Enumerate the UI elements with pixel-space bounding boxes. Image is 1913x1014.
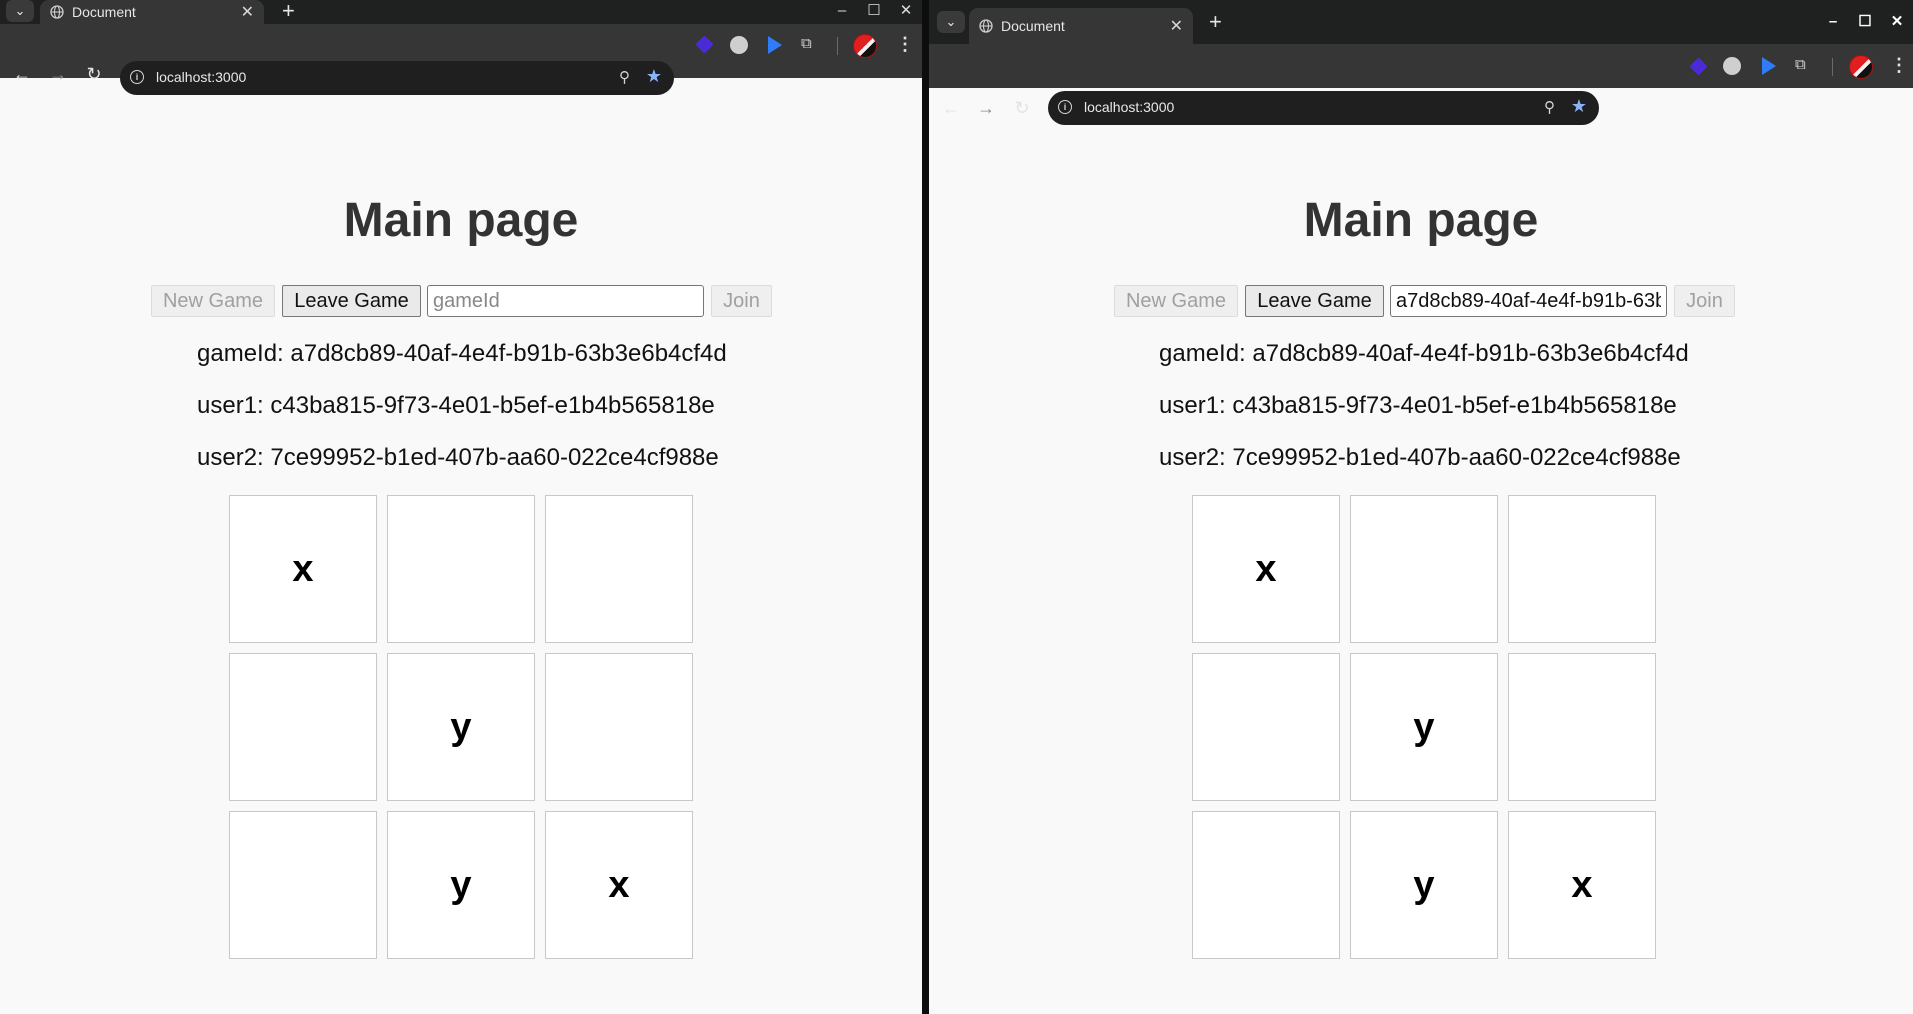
user1-line: user1: c43ba815-9f73-4e01-b5ef-e1b4b5658… <box>197 392 715 420</box>
game-id-value: a7d8cb89-40af-4e4f-b91b-63b3e6b4cf4d <box>290 340 727 367</box>
close-tab-icon[interactable]: ✕ <box>1170 16 1183 36</box>
leave-game-button[interactable]: Leave Game <box>1245 285 1384 317</box>
minimize-icon[interactable]: – <box>826 0 858 22</box>
extension-gray-icon[interactable] <box>1723 57 1741 75</box>
controls-row: New Game Leave Game Join <box>929 283 1913 317</box>
controls-row: New Game Leave Game Join <box>0 283 922 317</box>
tab-title: Document <box>72 4 136 20</box>
tab-search-button[interactable]: ⌄ <box>937 11 965 33</box>
menu-kebab-icon[interactable]: ⋮ <box>896 34 914 55</box>
profile-avatar-icon[interactable] <box>1849 55 1873 79</box>
new-game-button[interactable]: New Game <box>151 285 275 317</box>
board-cell[interactable]: x <box>545 811 693 959</box>
board-cell[interactable]: y <box>387 811 535 959</box>
maximize-icon[interactable]: ☐ <box>858 0 890 22</box>
new-tab-button[interactable]: + <box>282 0 295 22</box>
board-cell[interactable]: y <box>1350 653 1498 801</box>
browser-window-left: ⌄ Document ✕ + – ☐ ✕ ← → ↻ i localhost:300… <box>0 0 922 1014</box>
extensions-puzzle-icon[interactable]: ⧉ <box>1795 56 1813 74</box>
board-cell[interactable]: y <box>387 653 535 801</box>
board-cell[interactable]: x <box>229 495 377 643</box>
page-title: Main page <box>343 194 579 247</box>
tab-title: Document <box>1001 18 1065 34</box>
board-cell[interactable] <box>545 653 693 801</box>
browser-window-right: ⌄ Document ✕ + – ☐ ✕ ← → ↻ i localhost:300… <box>929 0 1913 1014</box>
user1-line: user1: c43ba815-9f73-4e01-b5ef-e1b4b5658… <box>1159 392 1677 420</box>
join-button[interactable]: Join <box>1674 285 1735 317</box>
tab-document[interactable]: Document ✕ <box>969 8 1193 44</box>
user2-label: user2: <box>1159 444 1226 471</box>
close-window-icon[interactable]: ✕ <box>1881 11 1913 33</box>
game-id-label: gameId: <box>1159 340 1246 367</box>
board-cell[interactable] <box>1192 811 1340 959</box>
tab-strip: ⌄ Document ✕ + – ☐ ✕ <box>929 0 1913 44</box>
board-cell[interactable] <box>1192 653 1340 801</box>
board-cell[interactable] <box>1350 495 1498 643</box>
user1-value: c43ba815-9f73-4e01-b5ef-e1b4b565818e <box>1232 392 1677 419</box>
window-controls: – ☐ ✕ <box>826 0 922 22</box>
user2-line: user2: 7ce99952-b1ed-407b-aa60-022ce4cf9… <box>197 444 719 472</box>
game-id-label: gameId: <box>197 340 284 367</box>
new-tab-button[interactable]: + <box>1209 11 1222 33</box>
board-cell[interactable]: x <box>1192 495 1340 643</box>
window-controls: – ☐ ✕ <box>1817 11 1913 33</box>
game-board: x y y x <box>229 495 695 961</box>
extension-purple-icon[interactable] <box>695 35 714 54</box>
globe-icon <box>979 19 993 33</box>
board-cell[interactable] <box>229 653 377 801</box>
menu-kebab-icon[interactable]: ⋮ <box>1890 55 1908 76</box>
user1-value: c43ba815-9f73-4e01-b5ef-e1b4b565818e <box>270 392 715 419</box>
page-title: Main page <box>1303 194 1539 247</box>
game-id-line: gameId: a7d8cb89-40af-4e4f-b91b-63b3e6b4… <box>1159 340 1689 368</box>
board-cell[interactable]: y <box>1350 811 1498 959</box>
page-content: Main page New Game Leave Game Join gameI… <box>929 88 1913 1014</box>
user2-label: user2: <box>197 444 264 471</box>
toolbar-divider <box>837 37 838 55</box>
tab-strip: ⌄ Document ✕ + – ☐ ✕ <box>0 0 922 24</box>
user1-label: user1: <box>197 392 264 419</box>
globe-icon <box>50 5 64 19</box>
maximize-icon[interactable]: ☐ <box>1849 11 1881 33</box>
board-cell[interactable] <box>1508 495 1656 643</box>
board-cell[interactable] <box>545 495 693 643</box>
game-id-input[interactable] <box>427 285 704 317</box>
close-tab-icon[interactable]: ✕ <box>241 2 254 22</box>
game-id-line: gameId: a7d8cb89-40af-4e4f-b91b-63b3e6b4… <box>197 340 727 368</box>
user2-line: user2: 7ce99952-b1ed-407b-aa60-022ce4cf9… <box>1159 444 1681 472</box>
board-cell[interactable] <box>387 495 535 643</box>
tab-search-button[interactable]: ⌄ <box>6 0 34 22</box>
new-game-button[interactable]: New Game <box>1114 285 1238 317</box>
toolbar: ← → ↻ i localhost:3000 ⚲ ★ ⧉ ⋮ <box>929 44 1913 125</box>
extension-gray-icon[interactable] <box>730 36 748 54</box>
game-id-value: a7d8cb89-40af-4e4f-b91b-63b3e6b4cf4d <box>1252 340 1689 367</box>
game-id-input[interactable] <box>1390 285 1667 317</box>
tab-document[interactable]: Document ✕ <box>40 0 264 24</box>
page-content: Main page New Game Leave Game Join gameI… <box>0 78 922 1014</box>
extension-blue-icon[interactable] <box>1762 57 1776 75</box>
profile-avatar-icon[interactable] <box>853 34 877 58</box>
extensions-puzzle-icon[interactable]: ⧉ <box>801 35 819 53</box>
close-window-icon[interactable]: ✕ <box>890 0 922 22</box>
user2-value: 7ce99952-b1ed-407b-aa60-022ce4cf988e <box>1232 444 1681 471</box>
user1-label: user1: <box>1159 392 1226 419</box>
toolbar-divider <box>1832 58 1833 76</box>
extension-blue-icon[interactable] <box>768 36 782 54</box>
extension-purple-icon[interactable] <box>1689 57 1708 76</box>
board-cell[interactable] <box>229 811 377 959</box>
leave-game-button[interactable]: Leave Game <box>282 285 421 317</box>
minimize-icon[interactable]: – <box>1817 11 1849 33</box>
toolbar: ← → ↻ i localhost:3000 ⚲ ★ ⧉ ⋮ <box>0 24 922 95</box>
game-board: x y y x <box>1192 495 1658 961</box>
user2-value: 7ce99952-b1ed-407b-aa60-022ce4cf988e <box>270 444 719 471</box>
board-cell[interactable]: x <box>1508 811 1656 959</box>
join-button[interactable]: Join <box>711 285 772 317</box>
board-cell[interactable] <box>1508 653 1656 801</box>
